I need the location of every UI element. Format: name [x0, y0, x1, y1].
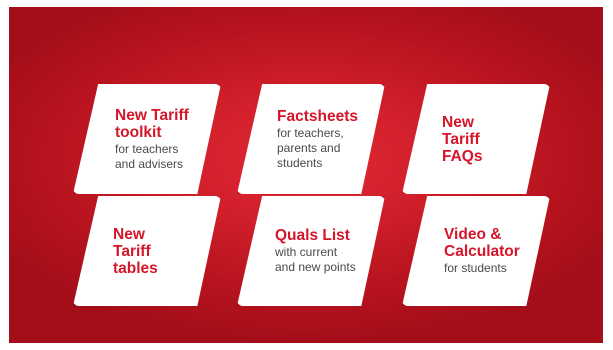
page: New Tariff toolkit for teachers and advi… — [0, 0, 613, 350]
video-calculator-tile[interactable]: Video & Calculator for students — [402, 196, 550, 306]
factsheets-tile[interactable]: Factsheets for teachers, parents and stu… — [237, 84, 385, 194]
tile-title: Factsheets — [277, 107, 358, 125]
new-tariff-tables-tile[interactable]: New Tariff tables — [73, 196, 221, 306]
tile-title: New Tariff FAQs — [442, 113, 483, 165]
tile-subtitle: for teachers, parents and students — [277, 125, 344, 170]
tile-title: New Tariff toolkit — [115, 106, 189, 141]
tile-title: Quals List — [275, 227, 350, 244]
new-tariff-toolkit-tile[interactable]: New Tariff toolkit for teachers and advi… — [73, 84, 221, 194]
tile-title: New Tariff tables — [113, 225, 158, 277]
new-tariff-faqs-tile[interactable]: New Tariff FAQs — [402, 84, 550, 194]
quals-list-tile[interactable]: Quals List with current and new points — [237, 196, 385, 306]
tile-subtitle: for students — [444, 261, 507, 275]
tile-title: Video & Calculator — [444, 226, 520, 260]
red-banner: New Tariff toolkit for teachers and advi… — [9, 7, 603, 343]
tile-subtitle: for teachers and advisers — [115, 141, 184, 171]
tile-subtitle: with current and new points — [275, 245, 356, 274]
